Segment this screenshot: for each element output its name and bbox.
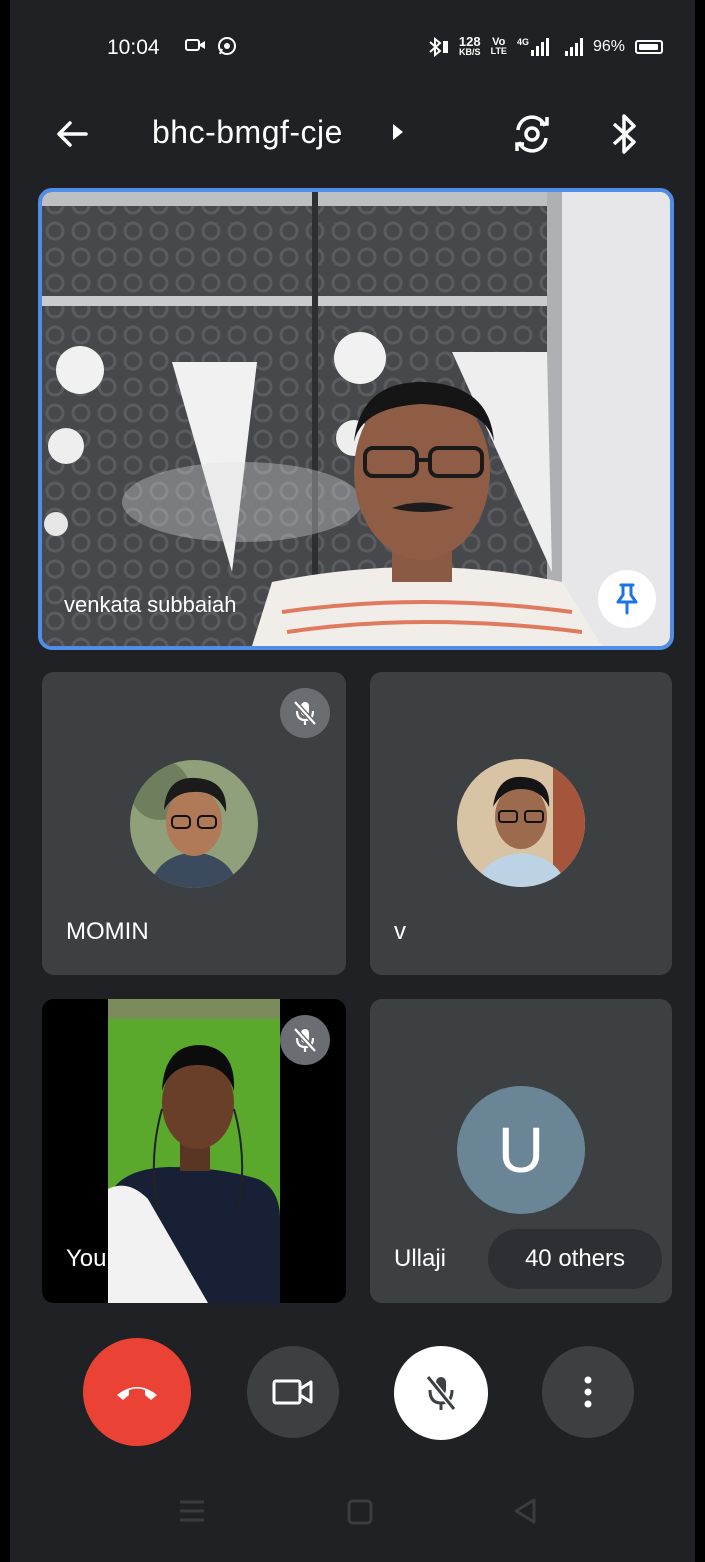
bluetooth-audio-icon[interactable]	[608, 112, 642, 156]
more-options-button[interactable]	[542, 1346, 634, 1438]
participant-name: v	[394, 918, 406, 945]
battery-icon	[635, 39, 663, 54]
avatar	[130, 760, 258, 888]
participant-name: MOMIN	[66, 918, 149, 945]
system-nav-bar	[10, 1462, 695, 1562]
signal-strength-icon	[564, 37, 583, 56]
meeting-details-caret-icon[interactable]	[393, 124, 403, 140]
end-call-icon	[117, 1387, 157, 1400]
back-triangle-icon[interactable]	[510, 1496, 540, 1526]
video-camera-icon	[272, 1379, 313, 1405]
others-count-button[interactable]: 40 others	[488, 1229, 662, 1289]
video-call-status-icon	[185, 39, 205, 51]
camera-toggle-button[interactable]	[247, 1346, 339, 1438]
self-view-tile[interactable]: You	[42, 999, 346, 1303]
meeting-code[interactable]: bhc-bmgf-cje	[152, 114, 343, 151]
recents-menu-icon[interactable]	[178, 1498, 206, 1524]
volte-indicator: Vo LTE	[490, 35, 507, 56]
participant-video-feed	[42, 192, 670, 646]
back-arrow-icon[interactable]	[52, 114, 92, 154]
meet-call-screen: 10:04 128 KB/S Vo LTE 4G 96% bhc-bmgf-cje	[10, 0, 695, 1562]
pinned-participant-tile[interactable]: venkata subbaiah	[38, 188, 674, 650]
more-vertical-icon	[584, 1376, 592, 1408]
whatsapp-status-icon	[218, 37, 236, 55]
battery-percent: 96%	[592, 37, 625, 55]
participant-tile[interactable]: MOMIN	[42, 672, 346, 975]
bluetooth-status-icon	[429, 36, 448, 57]
participant-tile[interactable]: U Ullaji 40 others	[370, 999, 672, 1303]
participant-name: Ullaji	[394, 1245, 447, 1272]
mic-off-icon	[293, 1027, 317, 1053]
pinned-participant-name: venkata subbaiah	[64, 592, 237, 617]
signal-4g-icon: 4G	[517, 37, 549, 56]
data-rate: 128 KB/S	[458, 34, 481, 57]
pin-button[interactable]	[598, 570, 656, 628]
home-square-icon[interactable]	[346, 1498, 374, 1526]
avatar	[457, 759, 585, 887]
mic-off-icon	[425, 1375, 457, 1411]
mic-off-icon	[293, 700, 317, 726]
participant-tile[interactable]: v	[370, 672, 672, 975]
end-call-button[interactable]	[83, 1338, 191, 1446]
meeting-top-bar: bhc-bmgf-cje	[10, 100, 695, 170]
self-video-feed	[108, 999, 280, 1303]
self-name: You	[66, 1245, 107, 1272]
muted-badge	[280, 688, 330, 738]
pin-icon	[616, 583, 638, 615]
mic-toggle-button[interactable]	[394, 1346, 488, 1440]
status-bar: 10:04 128 KB/S Vo LTE 4G 96%	[10, 0, 695, 95]
switch-camera-icon[interactable]	[510, 112, 554, 156]
status-time: 10:04	[107, 36, 160, 59]
muted-badge	[280, 1015, 330, 1065]
initial-avatar: U	[457, 1086, 585, 1214]
